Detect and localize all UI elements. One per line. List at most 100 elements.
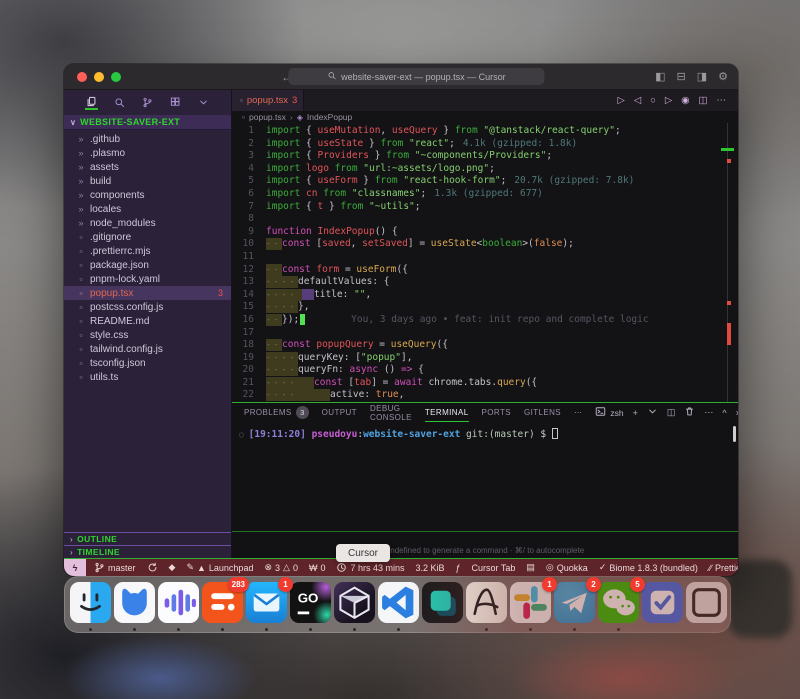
dock-app-notes-app[interactable] xyxy=(422,582,463,623)
dock-app-mail[interactable]: 1 xyxy=(246,582,287,623)
explorer-header[interactable]: ∨ WEBSITE-SAVER-EXT xyxy=(64,115,231,130)
panel-tab-terminal[interactable]: TERMINAL xyxy=(425,403,469,422)
tree-item-build[interactable]: »build xyxy=(64,174,231,188)
run-icon[interactable]: ▷ xyxy=(618,95,625,106)
tree-item-.gitignore[interactable]: ▫.gitignore xyxy=(64,230,231,244)
panel-bottom-icon[interactable]: ⊟ xyxy=(677,70,686,83)
activity-search-icon[interactable] xyxy=(113,95,126,110)
more-icon[interactable]: ⋯ xyxy=(704,407,713,418)
zoom-window-button[interactable] xyxy=(111,72,121,82)
tree-item-README.md[interactable]: ▫README.md xyxy=(64,314,231,328)
status-remote-indicator[interactable]: ϟ xyxy=(64,559,86,577)
dock-app-cursor-app[interactable] xyxy=(334,582,375,623)
status-biome[interactable]: ✓Biome 1.8.3 (bundled) xyxy=(599,562,698,573)
minimize-window-button[interactable] xyxy=(94,72,104,82)
dock-app-rss-reader[interactable]: 283 xyxy=(202,582,243,623)
dock-app-clipped-app[interactable] xyxy=(686,582,727,623)
section-timeline[interactable]: ›TIMELINE xyxy=(64,545,231,558)
tree-item-components[interactable]: »components xyxy=(64,188,231,202)
activity-source-control-icon[interactable] xyxy=(141,95,154,110)
terminal[interactable]: ○ [19:11:20] pseudoyu:website-saver-ext … xyxy=(232,422,738,558)
panel-tab-gitlens[interactable]: GITLENS xyxy=(524,403,561,422)
code-token: from xyxy=(329,163,358,176)
status-sync-changes[interactable] xyxy=(147,562,158,573)
command-center[interactable]: website-saver-ext — popup.tsx — Cursor xyxy=(288,68,544,85)
activity-chevron-down-icon[interactable] xyxy=(197,95,210,110)
dock-app-podcast-app[interactable] xyxy=(158,582,199,623)
dock-app-slack[interactable]: 1 xyxy=(510,582,551,623)
debug-alt-icon[interactable]: ◉ xyxy=(681,95,689,106)
activity-extensions-icon[interactable] xyxy=(169,95,182,110)
status-quokka[interactable]: ◎Quokka xyxy=(546,562,588,573)
step-back-icon[interactable]: ◁ xyxy=(634,95,641,106)
panel-tab-⋯[interactable]: ⋯ xyxy=(574,403,582,422)
panel-tab-output[interactable]: OUTPUT xyxy=(322,403,357,422)
status-file-size[interactable]: 3.2 KiB xyxy=(416,563,445,573)
tree-item-locales[interactable]: »locales xyxy=(64,202,231,216)
code-editor[interactable]: 1import { useMutation, useQuery } from "… xyxy=(232,123,738,402)
tree-item-tailwind.config.js[interactable]: ▫tailwind.config.js xyxy=(64,342,231,356)
breadcrumb[interactable]: ▫ popup.tsx › ◈ IndexPopup xyxy=(232,111,738,123)
split-editor-icon[interactable]: ◫ xyxy=(699,95,708,106)
tree-item-pnpm-lock.yaml[interactable]: ▫pnpm-lock.yaml xyxy=(64,272,231,286)
tree-item-.plasmo[interactable]: ».plasmo xyxy=(64,146,231,160)
panel-tab-debug-console[interactable]: DEBUG CONSOLE xyxy=(370,403,412,422)
plus-icon[interactable]: + xyxy=(633,408,638,418)
panel-tab-label: ⋯ xyxy=(574,408,582,417)
status-wakatime[interactable]: 7 hrs 43 mins xyxy=(336,562,404,573)
collapse-icon[interactable]: ^ xyxy=(722,408,726,418)
tree-item-package.json[interactable]: ▫package.json xyxy=(64,258,231,272)
tree-item-.github[interactable]: ».github xyxy=(64,132,231,146)
panel-tab-problems[interactable]: PROBLEMS3 xyxy=(244,403,309,422)
dock-app-wechat[interactable]: 5 xyxy=(598,582,639,623)
status-gitlens[interactable]: ◆ xyxy=(169,562,176,573)
panel-left-icon[interactable]: ◧ xyxy=(655,70,665,83)
dock-app-finder[interactable] xyxy=(70,582,111,623)
tree-item-node_modules[interactable]: »node_modules xyxy=(64,216,231,230)
split-icon[interactable]: ◫ xyxy=(667,407,676,418)
status-problems[interactable]: ⊗3△0 xyxy=(264,562,298,573)
tree-item-popup.tsx[interactable]: ▫popup.tsx3 xyxy=(64,286,231,300)
dock-app-todo-app[interactable] xyxy=(642,582,683,623)
tree-item-postcss.config.js[interactable]: ▫postcss.config.js xyxy=(64,300,231,314)
panel-right-icon[interactable]: ◨ xyxy=(697,70,707,83)
close-icon[interactable]: × xyxy=(736,408,738,418)
activity-files-icon[interactable] xyxy=(85,95,98,110)
tree-item-utils.ts[interactable]: ▫utils.ts xyxy=(64,370,231,384)
dock-app-sketch-app[interactable] xyxy=(466,582,507,623)
split-editor-icon: ◫ xyxy=(699,95,708,106)
status-git-branch[interactable]: master xyxy=(94,562,136,573)
tree-item-label: .prettierrc.mjs xyxy=(90,246,151,257)
code-token: import xyxy=(266,150,300,163)
panel-tab-ports[interactable]: PORTS xyxy=(482,403,511,422)
status-launchpad[interactable]: ✎▲Launchpad xyxy=(186,562,253,573)
more-icon: ⋯ xyxy=(717,95,727,106)
status-pending-count[interactable]: ₩0 xyxy=(309,563,326,573)
tree-item-style.css[interactable]: ▫style.css xyxy=(64,328,231,342)
trash-icon[interactable] xyxy=(684,406,695,419)
step-over-icon[interactable]: ▷ xyxy=(665,95,672,106)
status-prettier[interactable]: ∕∕Prettier xyxy=(709,563,738,573)
terminal-scrollbar[interactable] xyxy=(733,426,736,442)
notification-badge: 2 xyxy=(586,577,601,592)
close-window-button[interactable] xyxy=(77,72,87,82)
overview-ruler[interactable] xyxy=(727,123,728,402)
tree-item-tsconfig.json[interactable]: ▫tsconfig.json xyxy=(64,356,231,370)
dock-app-goland[interactable]: GO xyxy=(290,582,331,623)
tree-item-assets[interactable]: »assets xyxy=(64,160,231,174)
more-icon[interactable]: ⋯ xyxy=(717,95,727,106)
gear-icon[interactable]: ⚙ xyxy=(718,70,728,83)
terminal-shell-label[interactable]: zsh xyxy=(595,406,623,419)
tab-popup-tsx[interactable]: ▫ popup.tsx 3 xyxy=(232,90,304,111)
status-cursor-tab[interactable]: Cursor Tab xyxy=(472,563,516,573)
code-token: ({ xyxy=(436,339,447,352)
status-florin-indicator[interactable]: ƒ xyxy=(456,563,461,573)
dot-circle-icon[interactable]: ○ xyxy=(650,95,656,106)
dock-app-telegram[interactable]: 2 xyxy=(554,582,595,623)
tree-item-.prettierrc.mjs[interactable]: ▫.prettierrc.mjs xyxy=(64,244,231,258)
chevron-down-icon[interactable] xyxy=(647,406,658,419)
dock-app-fox-app[interactable] xyxy=(114,582,155,623)
status-screen-grid[interactable]: ▤ xyxy=(526,562,535,573)
section-outline[interactable]: ›OUTLINE xyxy=(64,532,231,545)
dock-app-vscode[interactable] xyxy=(378,582,419,623)
